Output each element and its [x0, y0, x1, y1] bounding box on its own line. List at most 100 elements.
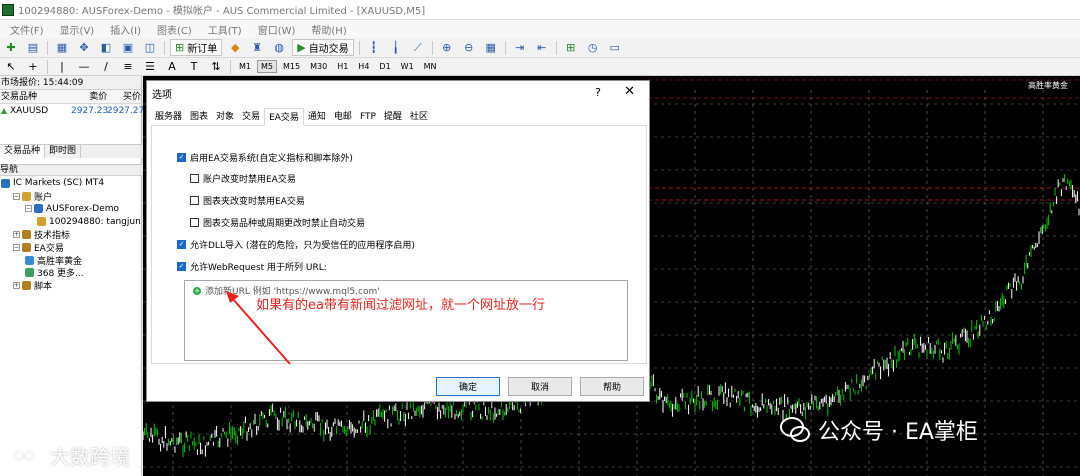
vertical-line-icon[interactable]: | [54, 59, 70, 75]
market-watch-row[interactable]: XAUUSD 2927.23 2927.27 [0, 104, 144, 118]
trendline-icon[interactable]: / [98, 59, 114, 75]
tab-symbols[interactable]: 交易品种 [0, 145, 46, 158]
menu-item[interactable]: 图表(C) [155, 22, 192, 37]
market-watch-icon[interactable]: ▦ [54, 40, 70, 56]
terminal-icon[interactable]: ▣ [120, 40, 136, 56]
navigator-item[interactable]: 368 更多... [0, 267, 142, 279]
col-symbol[interactable]: 交易品种 [0, 90, 72, 103]
navigator-item[interactable]: + 脚本 [0, 279, 142, 292]
candlestick-icon[interactable]: ╽ [388, 40, 404, 56]
auto-scroll-icon[interactable]: ⇥ [512, 40, 528, 56]
navigator-item[interactable]: − 账户 [0, 190, 142, 203]
crosshair-icon[interactable]: + [25, 59, 41, 75]
text-label-icon[interactable]: T [186, 59, 202, 75]
auto-trade-button[interactable]: ▶ 自动交易 [292, 39, 354, 56]
webrequest-url-list[interactable]: + 添加新URL 例如 'https://www.mql5.com' [184, 280, 628, 361]
collapse-icon[interactable]: − [13, 192, 20, 200]
checkbox[interactable] [190, 174, 199, 183]
tile-windows-icon[interactable]: ▦ [483, 40, 499, 56]
menu-item[interactable]: 帮助(H) [309, 22, 346, 37]
checkbox[interactable] [190, 218, 199, 227]
col-ask[interactable]: 买价 [107, 90, 141, 103]
dialog-tab[interactable]: FTP [356, 108, 380, 125]
zoom-out-icon[interactable]: ⊖ [461, 40, 477, 56]
timeframe-m1-button[interactable]: M1 [235, 60, 255, 73]
dialog-tab[interactable]: 通知 [304, 108, 330, 125]
timeframe-m5-button[interactable]: M5 [257, 60, 277, 73]
tree-node-icon [22, 242, 31, 252]
timeframe-h1-button[interactable]: H1 [333, 60, 352, 73]
navigator-item[interactable]: IC Markets (SC) MT4 [0, 177, 142, 190]
dialog-title: 选项 [152, 89, 172, 101]
indicators-icon[interactable]: ⊞ [563, 40, 579, 56]
fibonacci-icon[interactable]: ☰ [142, 59, 158, 75]
horizontal-line-icon[interactable]: — [76, 59, 92, 75]
new-chart-icon[interactable]: ✚ [3, 40, 19, 56]
checkbox[interactable] [190, 196, 199, 205]
dialog-tab[interactable]: 社区 [406, 108, 432, 125]
checkbox[interactable]: ✓ [177, 262, 186, 271]
timeframe-mn-button[interactable]: MN [420, 60, 441, 73]
timeframe-m30-button[interactable]: M30 [306, 60, 331, 73]
timeframe-w1-button[interactable]: W1 [397, 60, 418, 73]
dialog-tab[interactable]: 服务器 [151, 108, 186, 125]
plus-icon: + [193, 286, 201, 295]
navigator-item[interactable]: 高胜率黄金 [0, 254, 142, 267]
option-row[interactable]: 图表夹改变时禁用EA交易 [190, 194, 305, 207]
option-row[interactable]: ✓ 允许WebRequest 用于所列 URL: [177, 260, 327, 273]
globe-icon[interactable]: ◍ [271, 40, 287, 56]
checkbox[interactable]: ✓ [177, 153, 186, 162]
cursor-icon[interactable]: ↖ [3, 59, 19, 75]
tab-tick-chart[interactable]: 即时图 [45, 145, 82, 158]
navigator-item[interactable]: 100294880: tangjun [0, 215, 142, 228]
cancel-button[interactable]: 取消 [508, 377, 572, 396]
periods-icon[interactable]: ◷ [585, 40, 601, 56]
timeframe-h4-button[interactable]: H4 [354, 60, 373, 73]
col-bid[interactable]: 卖价 [72, 90, 107, 103]
line-chart-icon[interactable]: ⟋ [410, 40, 426, 56]
signals-icon[interactable]: ♜ [249, 40, 265, 56]
channel-icon[interactable]: ≡ [120, 59, 136, 75]
menu-item[interactable]: 显示(V) [58, 22, 95, 37]
arrows-icon[interactable]: ⇅ [208, 59, 224, 75]
expand-icon[interactable]: + [13, 282, 20, 290]
dialog-tab[interactable]: 对象 [212, 108, 238, 125]
help-icon[interactable]: ? [595, 86, 601, 99]
checkbox[interactable]: ✓ [177, 240, 186, 249]
navigator-item[interactable]: − EA交易 [0, 241, 142, 254]
profiles-icon[interactable]: ▤ [25, 40, 41, 56]
menu-item[interactable]: 插入(I) [108, 22, 141, 37]
text-icon[interactable]: A [164, 59, 180, 75]
metaeditor-icon[interactable]: ◆ [227, 40, 243, 56]
option-row[interactable]: 图表交易品种或周期更改时禁止自动交易 [190, 216, 365, 229]
option-row[interactable]: ✓ 允许DLL导入 (潜在的危险，只为受信任的应用程序启用) [177, 238, 415, 251]
menu-item[interactable]: 文件(F) [8, 22, 44, 37]
dialog-tab[interactable]: 图表 [186, 108, 212, 125]
expand-icon[interactable]: + [13, 231, 20, 239]
option-row[interactable]: 账户改变时禁用EA交易 [190, 172, 296, 185]
templates-icon[interactable]: ▭ [607, 40, 623, 56]
dialog-tab[interactable]: 电邮 [330, 108, 356, 125]
collapse-icon[interactable]: − [13, 243, 20, 251]
close-icon[interactable]: ✕ [624, 84, 635, 99]
dialog-tab[interactable]: 交易 [238, 108, 264, 125]
navigator-item[interactable]: + 技术指标 [0, 228, 142, 241]
menu-item[interactable]: 窗口(W) [256, 22, 296, 37]
chart-shift-icon[interactable]: ⇤ [534, 40, 550, 56]
zoom-in-icon[interactable]: ⊕ [439, 40, 455, 56]
dialog-tab[interactable]: 提醒 [380, 108, 406, 125]
navigator-icon[interactable]: ◧ [98, 40, 114, 56]
help-button[interactable]: 帮助 [580, 377, 644, 396]
new-order-button[interactable]: ⊞ 新订单 [170, 39, 223, 56]
timeframe-d1-button[interactable]: D1 [375, 60, 394, 73]
timeframe-m15-button[interactable]: M15 [279, 60, 304, 73]
strategy-tester-icon[interactable]: ◫ [142, 40, 158, 56]
menu-item[interactable]: 工具(T) [206, 22, 242, 37]
collapse-icon[interactable]: − [25, 205, 32, 213]
navigator-item[interactable]: − AUSForex-Demo [0, 203, 142, 216]
ok-button[interactable]: 确定 [436, 377, 500, 396]
option-row[interactable]: ✓ 启用EA交易系统(自定义指标和脚本除外) [177, 151, 353, 164]
dialog-tab[interactable]: EA交易 [264, 108, 304, 126]
data-window-icon[interactable]: ✥ [76, 40, 92, 56]
bar-chart-icon[interactable]: ┇ [366, 40, 382, 56]
